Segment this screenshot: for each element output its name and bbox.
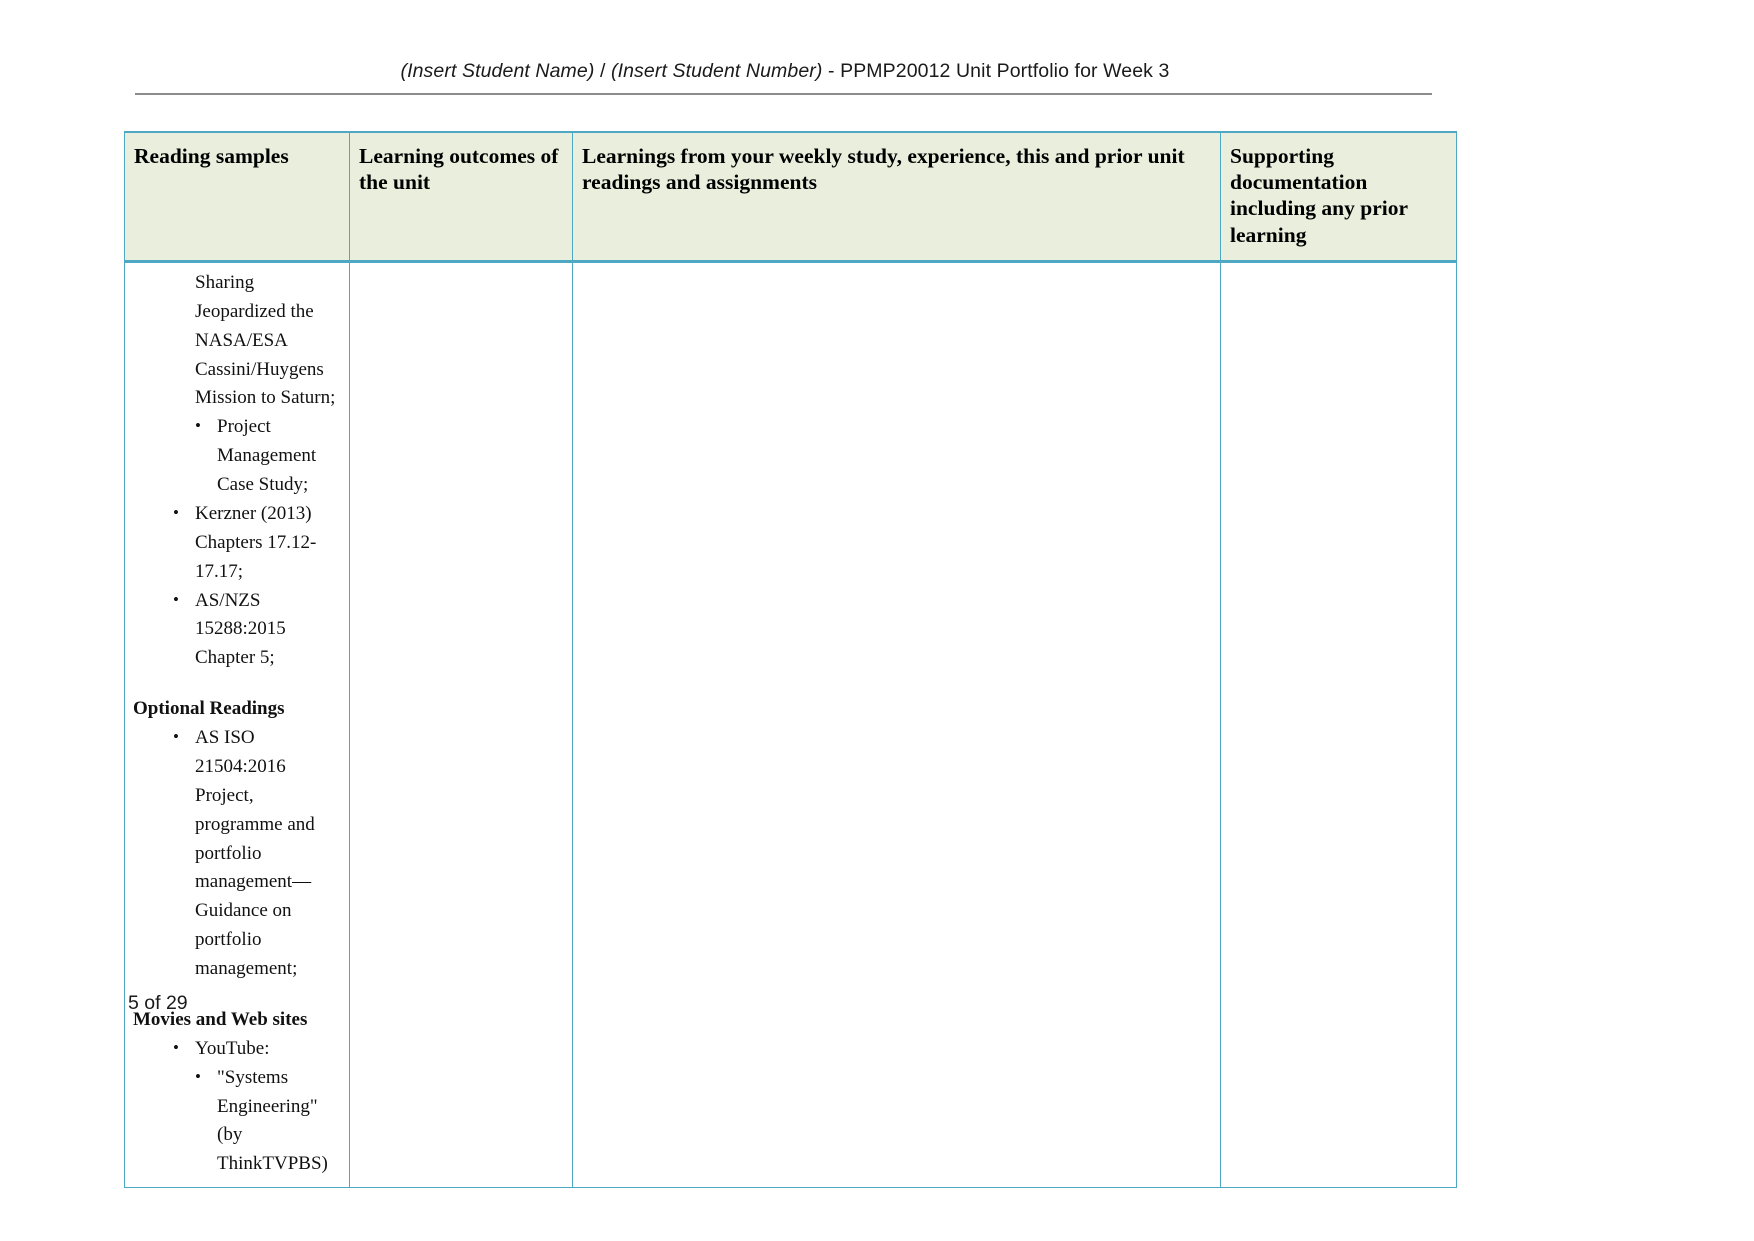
header-suffix: - PPMP20012 Unit Portfolio for Week 3 bbox=[822, 60, 1170, 82]
list-item-label: YouTube: bbox=[195, 1037, 270, 1059]
list-item: • "Systems Engineering" (by ThinkTVPBS) bbox=[195, 1064, 341, 1180]
column-header-supporting-documentation: Supporting documentation including any p… bbox=[1220, 130, 1457, 263]
cell-learnings[interactable] bbox=[572, 261, 1221, 1189]
document-page: (Insert Student Name) / (Insert Student … bbox=[0, 0, 1754, 1241]
table-row: Sharing Jeopardized the NASA/ESA Cassini… bbox=[124, 261, 1457, 1189]
list-item-label: AS/NZS 15288:2015 Chapter 5; bbox=[195, 589, 286, 669]
column-header-learning-outcomes: Learning outcomes of the unit bbox=[349, 130, 573, 263]
list-item-label: AS ISO 21504:2016 Project, programme and… bbox=[195, 727, 315, 979]
bullet-icon: • bbox=[173, 589, 179, 609]
bullet-icon: • bbox=[173, 1037, 179, 1057]
list-item-label: "Systems Engineering" (by ThinkTVPBS) bbox=[217, 1066, 328, 1175]
page-number-footer: 5 of 29 bbox=[128, 992, 188, 1014]
optional-readings-heading: Optional Readings bbox=[133, 698, 285, 720]
cell-learning-outcomes[interactable] bbox=[349, 261, 573, 1189]
list-item: • YouTube: bbox=[173, 1035, 341, 1064]
column-header-learnings: Learnings from your weekly study, experi… bbox=[572, 130, 1221, 263]
bullet-icon: • bbox=[195, 416, 201, 436]
running-header: (Insert Student Name) / (Insert Student … bbox=[135, 60, 1435, 83]
bullet-icon: • bbox=[195, 1066, 201, 1086]
student-number-placeholder: (Insert Student Number) bbox=[611, 60, 823, 82]
bullet-icon: • bbox=[173, 727, 179, 746]
portfolio-table-wrap: Reading samples Learning outcomes of the… bbox=[124, 130, 1457, 1189]
header-separator: / bbox=[594, 60, 611, 82]
column-header-reading-samples: Reading samples bbox=[124, 130, 350, 263]
reading-samples-content: Sharing Jeopardized the NASA/ESA Cassini… bbox=[133, 269, 341, 1179]
list-item-label: Kerzner (2013) Chapters 17.12-17.17; bbox=[195, 502, 317, 582]
student-name-placeholder: (Insert Student Name) bbox=[400, 60, 595, 82]
list-item: • AS ISO 21504:2016 Project, programme a… bbox=[173, 724, 341, 984]
portfolio-table: Reading samples Learning outcomes of the… bbox=[124, 130, 1457, 1189]
cell-reading-samples[interactable]: Sharing Jeopardized the NASA/ESA Cassini… bbox=[124, 261, 350, 1189]
header-divider bbox=[135, 93, 1432, 95]
continued-reading-text: Sharing Jeopardized the NASA/ESA Cassini… bbox=[195, 271, 336, 409]
list-item: • Kerzner (2013) Chapters 17.12-17.17; bbox=[173, 500, 341, 587]
cell-supporting-documentation[interactable] bbox=[1220, 261, 1457, 1189]
list-item: • Project Management Case Study; bbox=[195, 413, 341, 500]
list-item-label: Project Management Case Study; bbox=[217, 416, 317, 495]
bullet-icon: • bbox=[173, 502, 179, 522]
list-item: • AS/NZS 15288:2015 Chapter 5; bbox=[173, 587, 341, 674]
table-header-row: Reading samples Learning outcomes of the… bbox=[124, 130, 1457, 263]
